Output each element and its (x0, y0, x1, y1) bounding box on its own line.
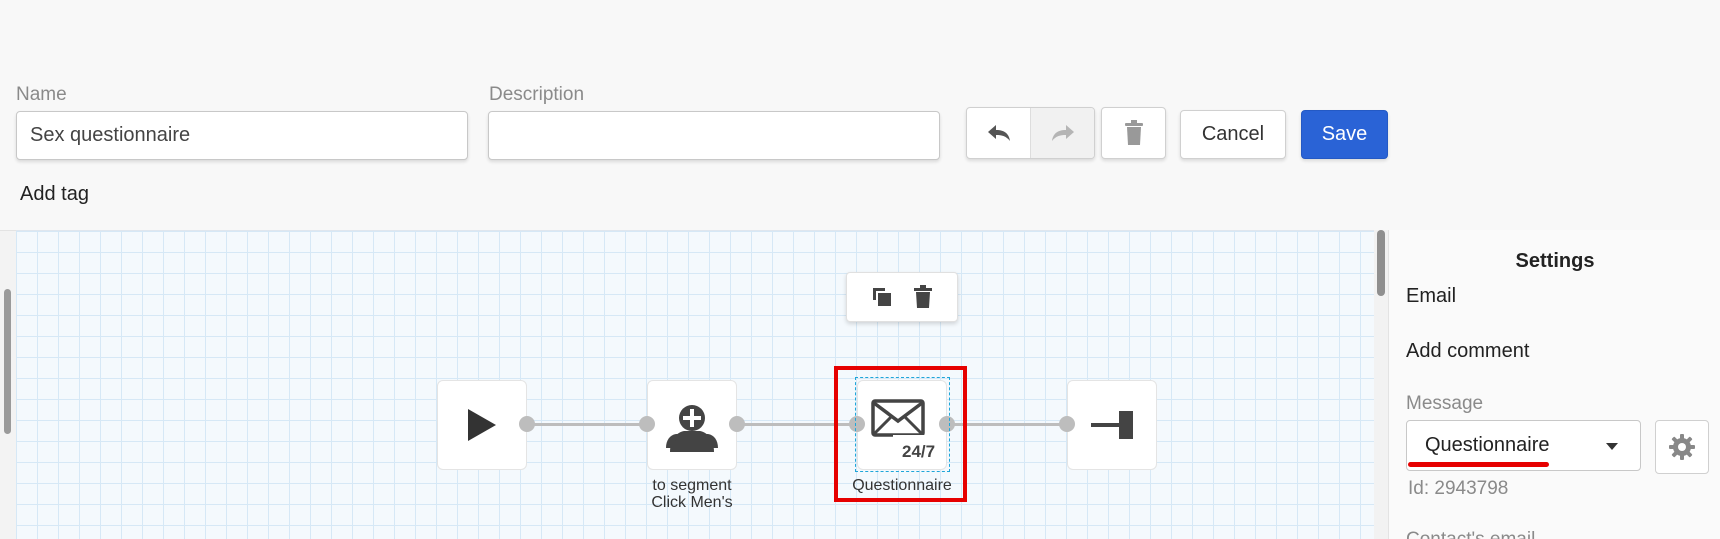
node-port[interactable] (1059, 416, 1075, 432)
add-comment-link[interactable]: Add comment (1406, 340, 1529, 363)
cancel-button[interactable]: Cancel (1180, 110, 1286, 159)
segment-node-label-line2: Click Men's (651, 494, 733, 511)
node-port[interactable] (519, 416, 535, 432)
left-scrollbar-thumb[interactable] (4, 289, 11, 434)
save-button[interactable]: Save (1301, 110, 1388, 159)
connector-line (527, 423, 647, 426)
redo-icon (1051, 125, 1074, 141)
play-icon (468, 409, 496, 441)
end-icon (1091, 411, 1133, 439)
node-port[interactable] (639, 416, 655, 432)
settings-title: Settings (1515, 250, 1595, 272)
settings-type: Email (1406, 285, 1457, 307)
end-node[interactable] (1067, 380, 1157, 470)
message-select-value: Questionnaire (1425, 434, 1550, 456)
add-tag-link[interactable]: Add tag (20, 183, 89, 206)
canvas-scrollbar-thumb[interactable] (1377, 230, 1385, 296)
undo-button[interactable] (967, 108, 1031, 158)
name-label: Name (16, 84, 67, 105)
segment-node[interactable] (647, 380, 737, 470)
description-input[interactable] (488, 111, 940, 160)
name-input[interactable]: Sex questionnaire (16, 111, 468, 160)
trash-icon (1124, 120, 1143, 145)
copy-icon[interactable] (871, 286, 893, 308)
chevron-down-icon (1606, 443, 1618, 450)
message-label: Message (1406, 393, 1484, 414)
contact-email-label: Contact's email (1406, 529, 1535, 539)
canvas-scrollbar[interactable] (1374, 230, 1388, 539)
delete-campaign-button[interactable] (1101, 107, 1166, 159)
description-label: Description (489, 84, 585, 105)
node-port[interactable] (729, 416, 745, 432)
undo-icon (987, 125, 1010, 141)
highlight-box (834, 366, 967, 502)
gear-icon (1669, 434, 1695, 460)
redo-button[interactable] (1031, 108, 1094, 158)
trash-icon[interactable] (913, 285, 933, 309)
start-node[interactable] (437, 380, 527, 470)
history-buttons (966, 107, 1095, 159)
annotation-underline (1408, 462, 1549, 467)
message-id: Id: 2943798 (1408, 478, 1509, 499)
message-settings-button[interactable] (1655, 420, 1709, 474)
settings-panel: Settings Email Add comment Message Quest… (1388, 230, 1720, 539)
left-scrollbar[interactable] (0, 230, 16, 539)
segment-node-label-line1: to segment (652, 477, 732, 494)
add-user-to-segment-icon (666, 405, 718, 452)
node-toolbar (846, 272, 958, 322)
